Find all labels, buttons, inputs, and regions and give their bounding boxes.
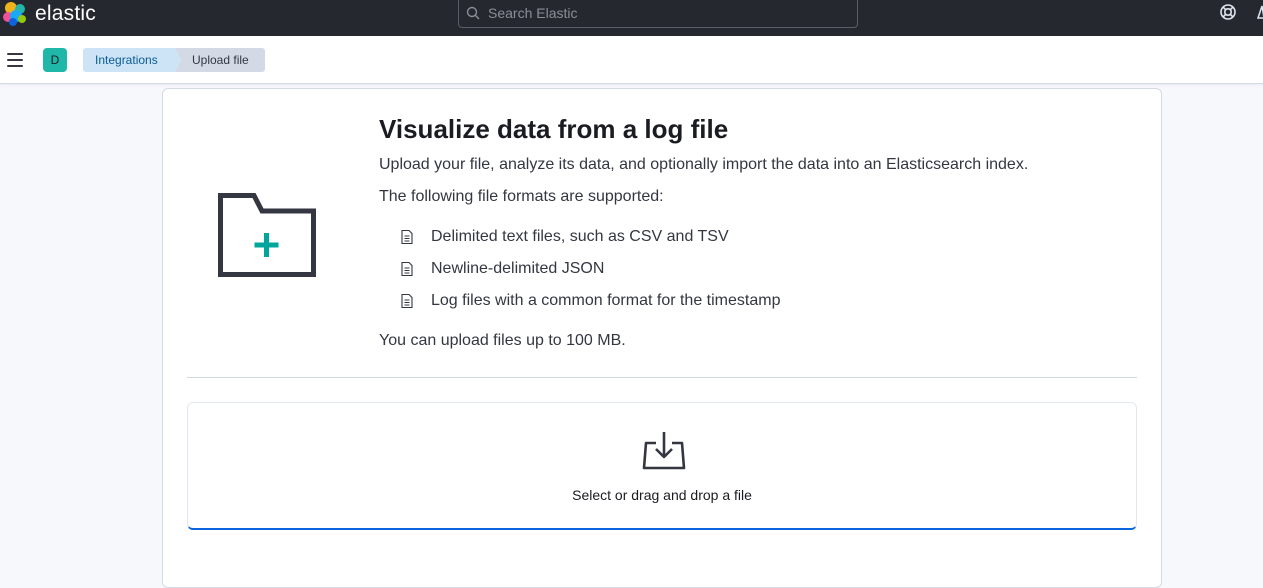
format-label: Newline-delimited JSON (431, 260, 605, 277)
menu-toggle-button[interactable] (7, 53, 23, 67)
elastic-logo-icon (3, 2, 26, 26)
space-avatar[interactable]: D (43, 48, 67, 72)
document-icon (401, 293, 413, 309)
search-icon (466, 6, 480, 19)
format-item: Delimited text files, such as CSV and TS… (399, 227, 729, 247)
breadcrumb-bar: D Integrations Upload file (0, 36, 1263, 84)
top-header: elastic Search Elastic (0, 0, 1263, 36)
logo-text: elastic (35, 2, 96, 25)
document-icon (401, 261, 413, 277)
dropzone-label: Select or drag and drop a file (572, 487, 752, 503)
breadcrumb-integrations[interactable]: Integrations (83, 48, 181, 72)
format-label: Delimited text files, such as CSV and TS… (431, 228, 729, 245)
search-placeholder: Search Elastic (488, 4, 578, 21)
hamburger-line (7, 59, 23, 61)
breadcrumb-upload-file: Upload file (175, 48, 265, 72)
elastic-logo[interactable]: elastic (2, 0, 96, 28)
divider (187, 377, 1137, 378)
size-limit-text: You can upload files up to 100 MB. (379, 332, 626, 349)
hamburger-line (7, 53, 23, 55)
search-input[interactable]: Search Elastic (458, 0, 858, 28)
help-button[interactable] (1218, 2, 1238, 22)
hamburger-line (7, 65, 23, 67)
page-description: Upload your file, analyze its data, and … (379, 156, 1029, 173)
formats-intro: The following file formats are supported… (379, 188, 664, 205)
newsfeed-icon[interactable] (1256, 2, 1263, 22)
help-icon (1220, 4, 1236, 20)
document-icon (401, 229, 413, 245)
format-label: Log files with a common format for the t… (431, 292, 781, 309)
file-dropzone[interactable]: Select or drag and drop a file (187, 402, 1137, 530)
format-item: Log files with a common format for the t… (399, 291, 780, 311)
folder-add-icon (218, 193, 316, 277)
format-item: Newline-delimited JSON (399, 259, 604, 279)
page-title: Visualize data from a log file (379, 114, 729, 144)
download-tray-icon (642, 432, 686, 470)
